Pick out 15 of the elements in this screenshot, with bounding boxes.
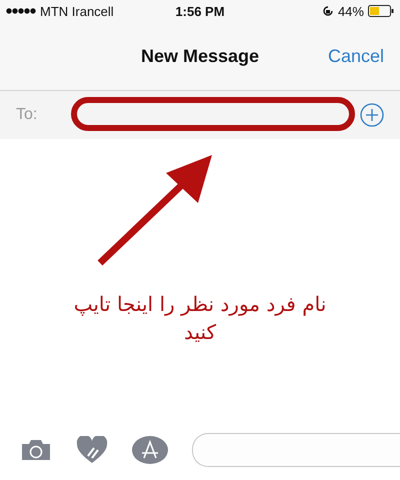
heart-icon[interactable] [76, 436, 108, 464]
instruction-text: نام فرد مورد نظر را اینجا تایپ کنید [72, 291, 328, 346]
app-store-icon[interactable] [132, 436, 168, 464]
battery-icon [368, 5, 394, 17]
signal-icon [6, 8, 36, 14]
add-contact-button[interactable] [360, 103, 384, 127]
status-time: 1:56 PM [175, 4, 225, 18]
camera-icon[interactable] [20, 438, 52, 462]
message-input-field[interactable] [192, 433, 400, 467]
cancel-button[interactable]: Cancel [328, 46, 384, 66]
screen-title: New Message [140, 46, 260, 66]
carrier-name: MTN Irancell [40, 4, 114, 18]
rotation-lock-icon [322, 5, 334, 17]
battery-percent: 44% [338, 4, 364, 18]
to-label: To: [16, 106, 38, 124]
